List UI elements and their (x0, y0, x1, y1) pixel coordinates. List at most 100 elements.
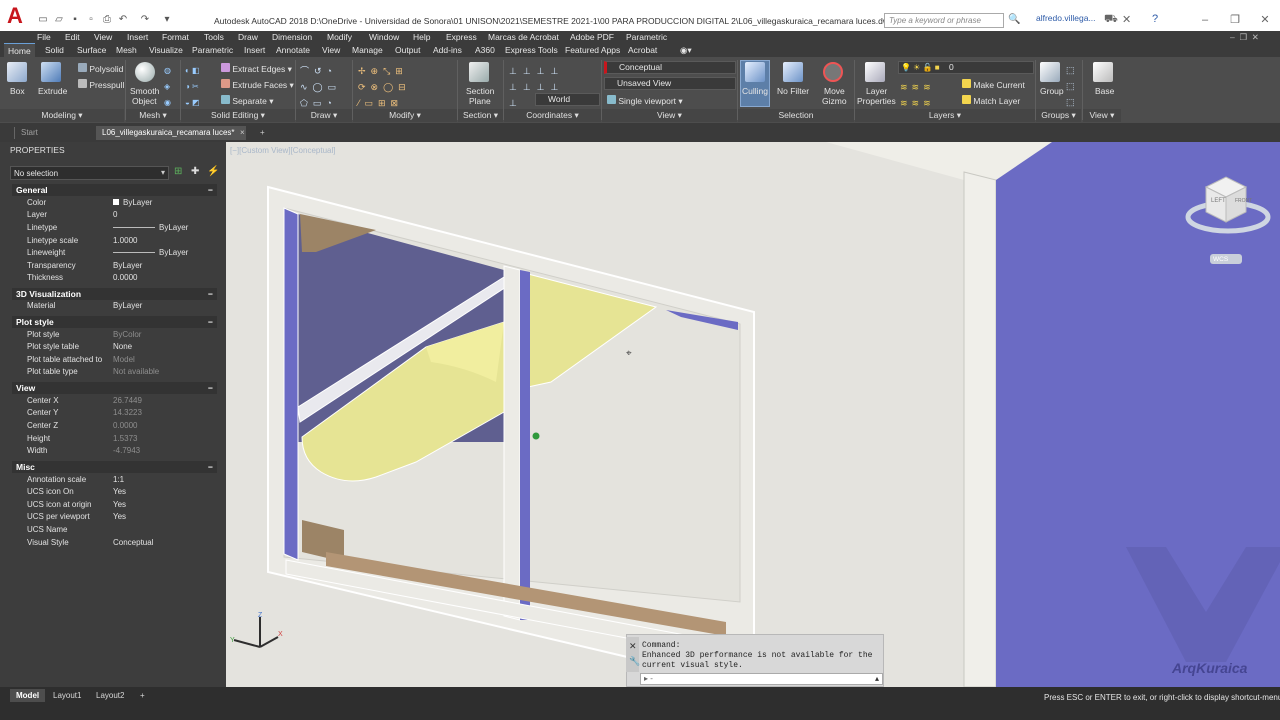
prop-row-layer[interactable]: Layer 0 (27, 209, 217, 221)
tab-a360[interactable]: A360 (471, 43, 499, 57)
menu-parametric[interactable]: Parametric (626, 31, 667, 43)
selection-dropdown[interactable]: No selection (10, 166, 169, 180)
culling-icon[interactable] (745, 62, 765, 82)
panel-coordinates[interactable]: Coordinates ▾ (504, 109, 601, 122)
tab-annotate[interactable]: Annotate (272, 43, 314, 57)
mesh-tools-icon[interactable]: ◍ ◈ ◉ (164, 63, 171, 111)
new-tab-icon[interactable]: + (254, 126, 271, 140)
new-icon[interactable]: ▭ (36, 14, 50, 26)
menu-tools[interactable]: Tools (204, 31, 224, 43)
section-3d-visualization[interactable]: 3D Visualization − (12, 288, 217, 300)
prop-row-plot-table-type[interactable]: Plot table type Not available (27, 366, 217, 378)
layer-properties-icon[interactable] (865, 62, 885, 82)
panel-view-drawing[interactable]: View ▾ (1083, 109, 1121, 122)
prop-row-width[interactable]: Width -4.7943 (27, 445, 217, 457)
save-icon[interactable]: ▪ (68, 14, 82, 26)
section-misc[interactable]: Misc − (12, 461, 217, 473)
prop-row-lineweight[interactable]: Lineweight ByLayer (27, 247, 217, 259)
wcs-menu[interactable]: WCS (1213, 256, 1228, 263)
search-icon[interactable]: 🔍 (1008, 14, 1020, 25)
section-view[interactable]: View − (12, 382, 217, 394)
tab-layout1[interactable]: Layout1 (47, 689, 87, 702)
prop-row-color[interactable]: Color ByLayer (27, 197, 217, 209)
tab-parametric[interactable]: Parametric (188, 43, 237, 57)
menu-insert[interactable]: Insert (127, 31, 148, 43)
minimize-icon[interactable]: – (1190, 12, 1220, 28)
section-label[interactable]: Section (466, 86, 494, 96)
tab-view[interactable]: View (318, 43, 344, 57)
tab-document[interactable]: L06_villegaskuraica_recamara luces* (96, 126, 246, 140)
draw-tools-icons[interactable]: ⌒↺◔ ∿◯▭ ⬠▭◔ (300, 63, 341, 111)
prop-row-center-y[interactable]: Center Y 14.3223 (27, 407, 217, 419)
named-view-dropdown[interactable]: Unsaved View (604, 77, 736, 90)
command-settings-icon[interactable]: 🔧 (629, 656, 640, 667)
layer-tools-icons[interactable]: ≋≋≋ ≋≋≋ (900, 79, 935, 111)
autocad-logo-icon[interactable]: A (0, 0, 30, 31)
tab-start[interactable]: Start (15, 126, 44, 140)
prop-row-center-x[interactable]: Center X 26.7449 (27, 395, 217, 407)
no-filter-button[interactable]: No Filter (777, 86, 809, 96)
box-icon[interactable] (7, 62, 27, 82)
undo-icon[interactable]: ↶ (116, 14, 130, 26)
prop-row-ucs-icon-origin[interactable]: UCS icon at origin Yes (27, 499, 217, 511)
menu-help[interactable]: Help (413, 31, 430, 43)
extrude-faces-button[interactable]: Extrude Faces ▾ (221, 79, 294, 91)
group-icon[interactable] (1040, 62, 1060, 82)
command-input[interactable]: ▸ - (640, 673, 883, 685)
open-icon[interactable]: ▱ (52, 14, 66, 26)
command-close-icon[interactable]: ✕ (629, 641, 637, 652)
tab-model[interactable]: Model (10, 689, 46, 702)
menu-dimension[interactable]: Dimension (272, 31, 312, 43)
section-general[interactable]: General − (12, 184, 217, 196)
gizmo-label[interactable]: Gizmo (822, 96, 847, 106)
section-plane-icon[interactable] (469, 62, 489, 82)
menu-file[interactable]: File (37, 31, 51, 43)
menu-view[interactable]: View (94, 31, 112, 43)
cart-icon[interactable]: ⛟ (1104, 13, 1118, 27)
layer-label[interactable]: Layer (866, 86, 887, 96)
qat-menu-icon[interactable]: ▾ (160, 14, 174, 26)
menu-draw[interactable]: Draw (238, 31, 258, 43)
prop-row-ucs-name[interactable]: UCS Name (27, 524, 217, 536)
tab-add-ins[interactable]: Add-ins (429, 43, 466, 57)
prop-row-thickness[interactable]: Thickness 0.0000 (27, 272, 217, 284)
tab-surface[interactable]: Surface (73, 43, 110, 57)
smooth-label[interactable]: Smooth (130, 86, 159, 96)
pickadd-icon[interactable]: ⊞ (174, 166, 182, 177)
panel-selection[interactable]: Selection (738, 109, 854, 122)
select-objects-icon[interactable]: ✚ (191, 166, 199, 177)
move-gizmo-icon[interactable] (823, 62, 843, 82)
viewport-controls-label[interactable]: [−][Custom View][Conceptual] (230, 146, 335, 155)
panel-section[interactable]: Section ▾ (458, 109, 503, 122)
prop-row-height[interactable]: Height 1.5373 (27, 433, 217, 445)
ribbon-toggle-icon[interactable]: ◉▾ (676, 43, 696, 57)
plot-icon[interactable]: ⎙ (100, 14, 114, 26)
tab-output[interactable]: Output (391, 43, 425, 57)
close-icon[interactable]: ✕ (1250, 12, 1280, 28)
modify-tools-icons[interactable]: ✢⊕⤡⊞ ⟳⊗◯⊟ ⁄▭⊞⊠ (358, 63, 411, 111)
properties-label[interactable]: Properties (857, 96, 896, 106)
close-tab-icon[interactable]: × (234, 126, 251, 140)
menu-edit[interactable]: Edit (65, 31, 80, 43)
prop-row-transparency[interactable]: Transparency ByLayer (27, 260, 217, 272)
menu-marcas-acrobat[interactable]: Marcas de Acrobat (488, 31, 559, 43)
prop-row-material[interactable]: Material ByLayer (27, 300, 217, 312)
tab-insert[interactable]: Insert (240, 43, 269, 57)
drawing-viewport[interactable]: ⌖ Z Y X (226, 142, 1280, 687)
extrude-icon[interactable] (41, 62, 61, 82)
panel-modeling[interactable]: Modeling ▾ (0, 109, 124, 122)
command-expand-icon[interactable]: ▴ (875, 674, 879, 683)
ucs-dropdown[interactable]: World (535, 93, 600, 106)
separate-button[interactable]: Separate ▾ (221, 95, 274, 107)
quick-select-icon[interactable]: ⚡ (207, 166, 219, 177)
menu-modify[interactable]: Modify (327, 31, 352, 43)
group-button[interactable]: Group (1040, 86, 1064, 96)
panel-draw[interactable]: Draw ▾ (296, 109, 352, 122)
culling-button[interactable]: Culling (742, 86, 768, 96)
panel-layers[interactable]: Layers ▾ (855, 109, 1035, 122)
user-signin[interactable]: alfredo.villega... (1036, 13, 1096, 23)
tab-acrobat[interactable]: Acrobat (624, 43, 661, 57)
tab-manage[interactable]: Manage (348, 43, 387, 57)
polysolid-button[interactable]: Polysolid (78, 63, 123, 74)
prop-row-visual-style[interactable]: Visual Style Conceptual (27, 537, 217, 549)
